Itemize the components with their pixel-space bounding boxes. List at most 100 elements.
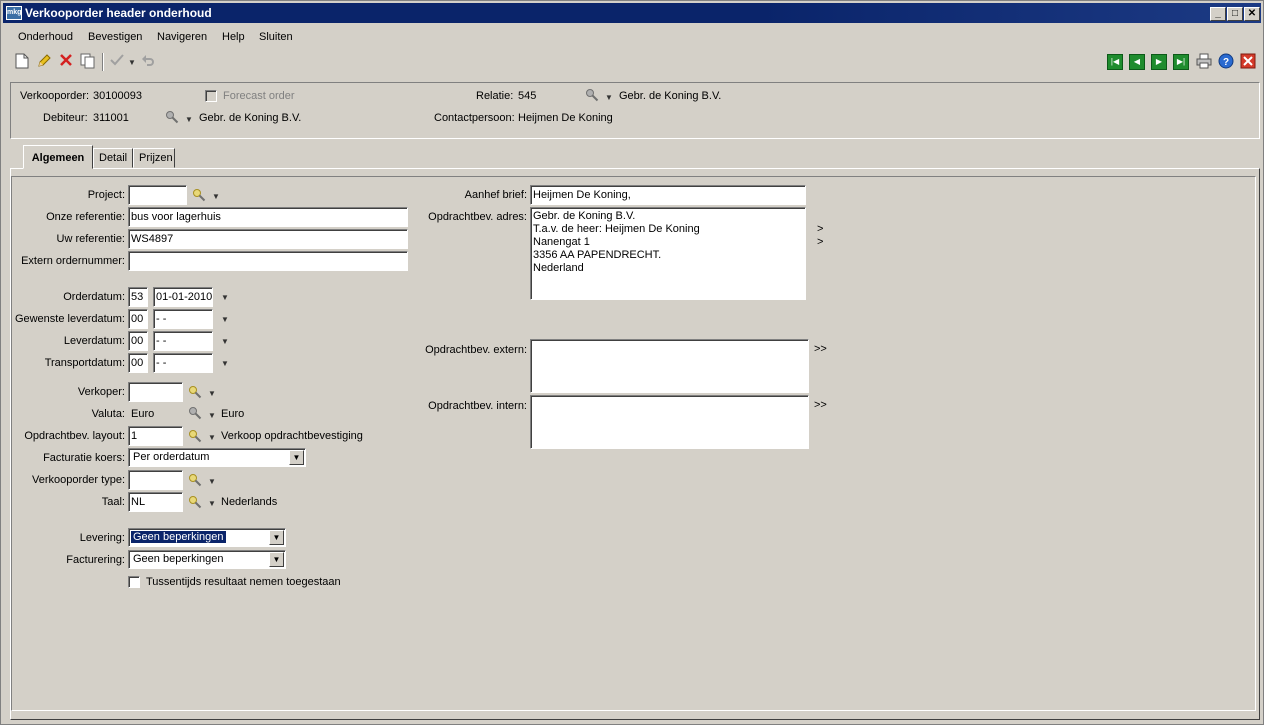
undo-icon[interactable] xyxy=(139,53,157,71)
valuta-search-icon[interactable] xyxy=(188,406,202,420)
aanhef-brief-input[interactable]: Heijmen De Koning, xyxy=(530,185,806,205)
tab-prijzen[interactable]: Prijzen xyxy=(133,148,175,168)
layout-name: Verkoop opdrachtbevestiging xyxy=(221,430,363,442)
relatie-value: 545 xyxy=(518,90,537,102)
tab-algemeen[interactable]: Algemeen xyxy=(23,145,93,169)
leverdatum-date-input[interactable]: - - xyxy=(153,331,213,351)
help-icon[interactable]: ? xyxy=(1217,53,1235,71)
menu-bevestigen[interactable]: Bevestigen xyxy=(88,31,142,43)
gewenste-date-input[interactable]: - - xyxy=(153,309,213,329)
taal-search-icon[interactable] xyxy=(188,495,202,509)
toolbar-separator xyxy=(102,53,104,71)
extern-expand-button[interactable]: >> xyxy=(814,343,827,355)
menu-help[interactable]: Help xyxy=(222,31,245,43)
forecast-order-label: Forecast order xyxy=(223,90,295,102)
layout-search-icon[interactable] xyxy=(188,429,202,443)
onze-referentie-input[interactable]: bus voor lagerhuis xyxy=(128,207,408,227)
taal-dropdown-arrow-icon[interactable]: ▼ xyxy=(208,499,216,508)
project-dropdown-arrow-icon[interactable]: ▼ xyxy=(212,192,220,201)
copy-icon[interactable] xyxy=(79,53,97,71)
next-record-icon[interactable]: ▶ xyxy=(1151,54,1167,70)
taal-input[interactable]: NL xyxy=(128,492,183,512)
taal-name: Nederlands xyxy=(221,496,278,508)
close-window-button[interactable]: ✕ xyxy=(1244,7,1260,21)
relatie-name: Gebr. de Koning B.V. xyxy=(619,90,722,102)
menu-sluiten[interactable]: Sluiten xyxy=(259,31,293,43)
delete-icon[interactable] xyxy=(57,53,75,71)
type-dropdown-arrow-icon[interactable]: ▼ xyxy=(208,477,216,486)
orderdatum-week-input[interactable]: 53 xyxy=(128,287,148,307)
layout-dropdown-arrow-icon[interactable]: ▼ xyxy=(208,433,216,442)
previous-record-icon[interactable]: ◀ xyxy=(1129,54,1145,70)
maximize-button[interactable]: □ xyxy=(1227,7,1243,21)
verkooporder-label: Verkooporder: xyxy=(20,90,90,102)
print-icon[interactable] xyxy=(1195,53,1213,71)
uw-referentie-label: Uw referentie: xyxy=(56,233,125,245)
contactpersoon-value: Heijmen De Koning xyxy=(518,112,613,124)
exit-icon[interactable] xyxy=(1239,53,1257,71)
transport-calendar-arrow-icon[interactable]: ▼ xyxy=(221,359,229,368)
last-record-icon[interactable]: ▶| xyxy=(1173,54,1189,70)
new-document-icon[interactable] xyxy=(13,53,31,71)
valuta-dropdown-arrow-icon[interactable]: ▼ xyxy=(208,411,216,420)
verkooporder-type-label: Verkooporder type: xyxy=(32,474,125,486)
svg-text:?: ? xyxy=(1223,57,1229,68)
gewenste-week-input[interactable]: 00 xyxy=(128,309,148,329)
tussentijds-checkbox[interactable] xyxy=(128,576,140,588)
orderdatum-calendar-arrow-icon[interactable]: ▼ xyxy=(221,293,229,302)
layout-label: Opdrachtbev. layout: xyxy=(24,430,125,442)
taal-label: Taal: xyxy=(101,496,125,508)
opdrachtbev-adres-textarea[interactable]: Gebr. de Koning B.V. T.a.v. de heer: Hei… xyxy=(530,207,806,300)
verkooporder-type-input[interactable] xyxy=(128,470,183,490)
window-title: Verkooporder header onderhoud xyxy=(25,6,212,20)
confirm-check-icon[interactable] xyxy=(108,53,126,71)
facturatie-koers-select[interactable]: Per orderdatum ▼ xyxy=(128,448,306,467)
window-frame: mkg Verkooporder header onderhoud _ □ ✕ … xyxy=(0,0,1264,725)
extern-ordernummer-input[interactable] xyxy=(128,251,408,271)
chevron-down-icon[interactable]: ▼ xyxy=(269,552,284,567)
leverdatum-week-input[interactable]: 00 xyxy=(128,331,148,351)
adres-expand-arrow-1-icon[interactable]: > xyxy=(817,223,823,235)
intern-expand-button[interactable]: >> xyxy=(814,399,827,411)
facturering-value: Geen beperkingen xyxy=(133,553,224,565)
verkoper-dropdown-arrow-icon[interactable]: ▼ xyxy=(208,389,216,398)
chevron-down-icon[interactable]: ▼ xyxy=(269,530,284,545)
project-search-icon[interactable] xyxy=(192,188,206,202)
uw-referentie-input[interactable]: WS4897 xyxy=(128,229,408,249)
onze-referentie-label: Onze referentie: xyxy=(46,211,125,223)
minimize-button[interactable]: _ xyxy=(1210,7,1226,21)
first-record-icon[interactable]: |◀ xyxy=(1107,54,1123,70)
levering-select[interactable]: Geen beperkingen ▼ xyxy=(128,528,286,547)
menu-onderhoud[interactable]: Onderhoud xyxy=(18,31,73,43)
forecast-order-checkbox[interactable] xyxy=(205,90,217,102)
opdrachtbev-intern-textarea[interactable] xyxy=(530,395,809,449)
chevron-down-icon[interactable]: ▼ xyxy=(289,450,304,465)
verkoper-search-icon[interactable] xyxy=(188,385,202,399)
adres-expand-arrow-2-icon[interactable]: > xyxy=(817,236,823,248)
menu-navigeren[interactable]: Navigeren xyxy=(157,31,207,43)
relatie-search-icon[interactable] xyxy=(585,88,599,102)
edit-pencil-icon[interactable] xyxy=(35,53,53,71)
orderdatum-label: Orderdatum: xyxy=(63,291,125,303)
project-input[interactable] xyxy=(128,185,187,205)
transport-date-input[interactable]: - - xyxy=(153,353,213,373)
tab-detail[interactable]: Detail xyxy=(93,148,133,168)
type-search-icon[interactable] xyxy=(188,473,202,487)
contactpersoon-label: Contactpersoon: xyxy=(434,112,515,124)
orderdatum-date-input[interactable]: 01-01-2010 xyxy=(153,287,213,307)
leverdatum-calendar-arrow-icon[interactable]: ▼ xyxy=(221,337,229,346)
facturatie-koers-label: Facturatie koers: xyxy=(43,452,125,464)
opdrachtbev-extern-textarea[interactable] xyxy=(530,339,809,393)
gewenste-calendar-arrow-icon[interactable]: ▼ xyxy=(221,315,229,324)
relatie-dropdown-arrow-icon[interactable]: ▼ xyxy=(605,93,613,102)
layout-input[interactable]: 1 xyxy=(128,426,183,446)
transport-week-input[interactable]: 00 xyxy=(128,353,148,373)
debiteur-dropdown-arrow-icon[interactable]: ▼ xyxy=(185,115,193,124)
debiteur-label: Debiteur: xyxy=(43,112,88,124)
confirm-dropdown-arrow-icon[interactable]: ▼ xyxy=(128,58,136,67)
debiteur-search-icon[interactable] xyxy=(165,110,179,124)
levering-label: Levering: xyxy=(79,532,125,544)
project-label: Project: xyxy=(87,189,125,201)
facturering-select[interactable]: Geen beperkingen ▼ xyxy=(128,550,286,569)
verkoper-input[interactable] xyxy=(128,382,183,402)
